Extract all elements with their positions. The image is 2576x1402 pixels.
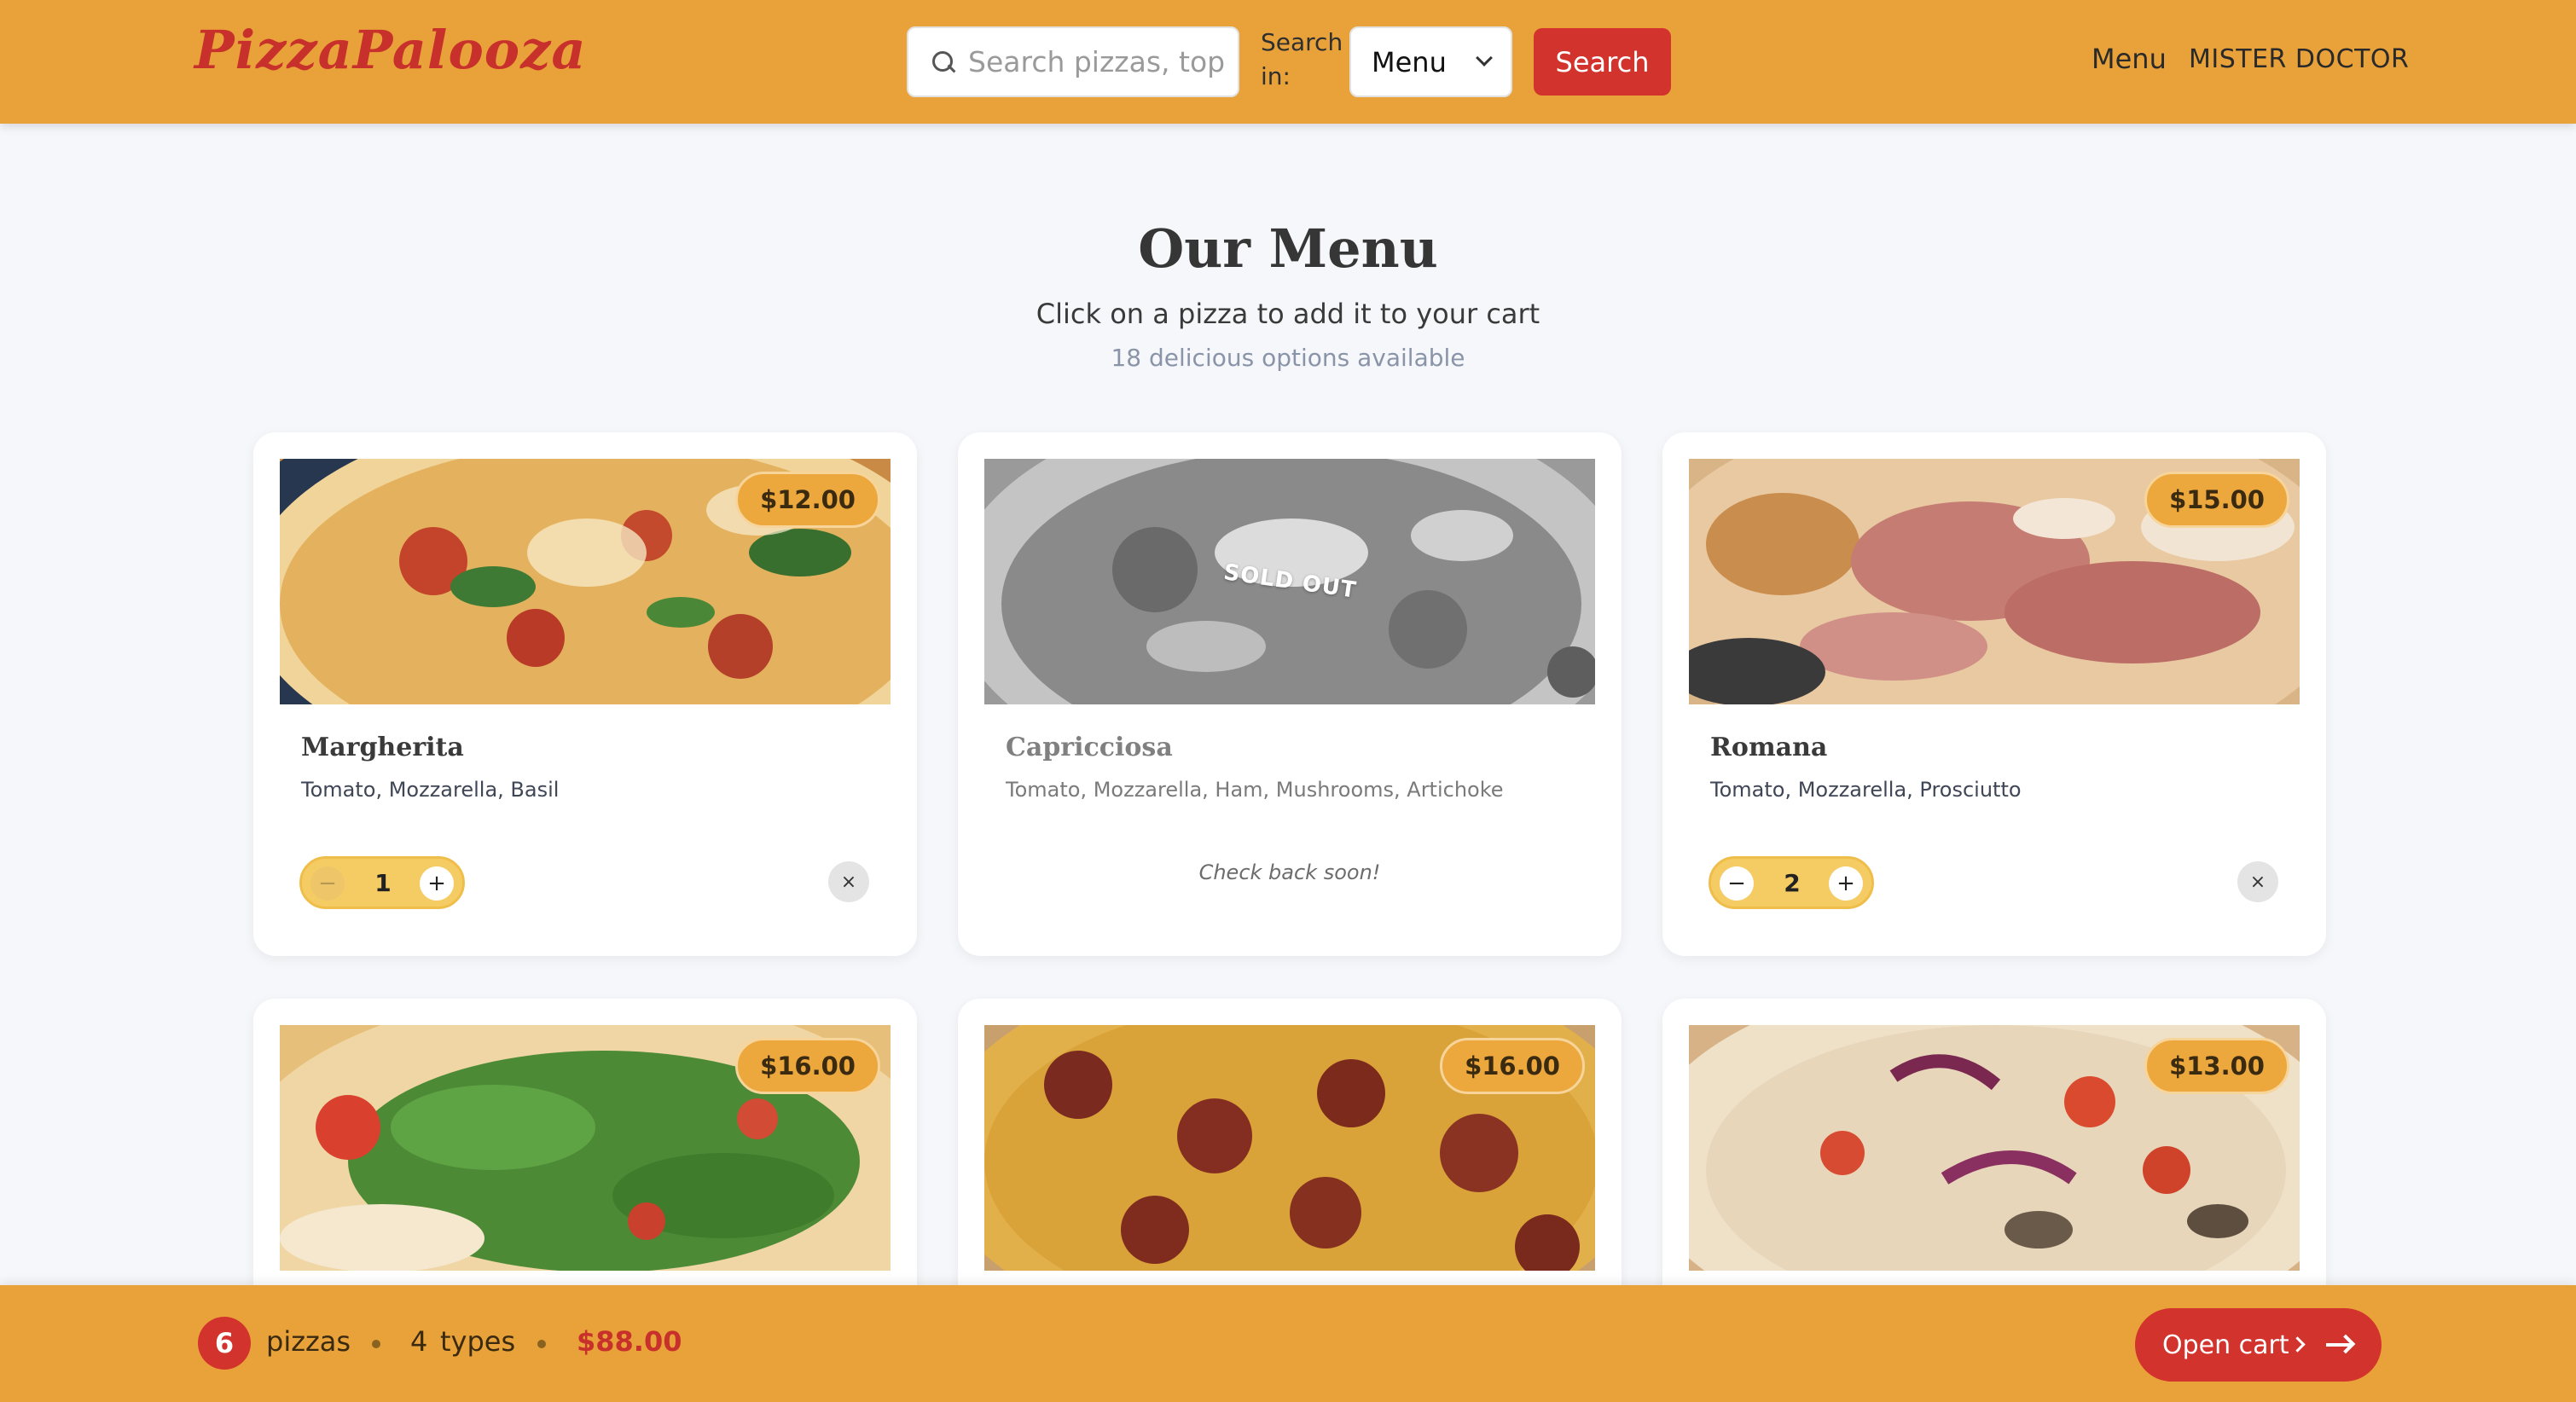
search-in-label: Search in: [1261,28,1343,90]
pizza-name: Romana [1710,733,1828,762]
page-title: Our Menu [1138,217,1438,280]
open-cart-label: Open cart [2162,1330,2289,1360]
quantity-value: 1 [374,869,392,897]
quantity-stepper: − 2 + [1709,856,1874,909]
pizzas-label: pizzas [266,1325,351,1358]
cart-bar: 6 pizzas 4 types $88.00 Open cart [0,1285,2576,1402]
remove-button[interactable]: × [828,861,869,902]
pizza-image[interactable]: $16.00 [984,1025,1595,1271]
price-badge: $15.00 [2144,472,2289,528]
arrow-right-icon [2326,1343,2352,1347]
decrease-button[interactable]: − [310,866,345,901]
separator-dot [537,1340,546,1348]
pizza-card-romana[interactable]: $15.00 Romana Tomato, Mozzarella, Prosci… [1662,432,2326,956]
pizza-ingredients: Tomato, Mozzarella, Ham, Mushrooms, Arti… [1006,778,1504,802]
nav-user-link[interactable]: MISTER DOCTOR [2189,44,2409,74]
options-count: 18 delicious options available [1111,344,1465,372]
page-subtitle: Click on a pizza to add it to your cart [1036,298,1540,330]
search-input[interactable] [968,45,1224,78]
price-badge: $12.00 [735,472,880,528]
chevron-down-icon [1476,49,1493,67]
pizza-card-capricciosa: SOLD OUT Capricciosa Tomato, Mozzarella,… [958,432,1622,956]
sold-out-label: SOLD OUT [1221,559,1358,604]
quantity-value: 2 [1784,869,1801,897]
price-badge: $13.00 [2144,1038,2289,1094]
pizza-ingredients: Tomato, Mozzarella, Basil [301,778,560,802]
search-scope-value: Menu [1372,45,1447,78]
search-box[interactable] [907,26,1239,97]
pizza-image[interactable]: $15.00 [1689,459,2300,704]
search-button[interactable]: Search [1534,28,1671,96]
pizza-card-margherita[interactable]: $12.00 Margherita Tomato, Mozzarella, Ba… [253,432,917,956]
open-cart-button[interactable]: Open cart [2135,1308,2382,1382]
pizza-ingredients: Tomato, Mozzarella, Prosciutto [1710,778,2022,802]
increase-button[interactable]: + [420,866,454,901]
quantity-stepper: − 1 + [299,856,465,909]
price-badge: $16.00 [1440,1038,1585,1094]
decrease-button[interactable]: − [1720,866,1754,901]
increase-button[interactable]: + [1829,866,1863,901]
types-label: types [440,1325,516,1358]
search-icon [908,26,968,97]
pizza-image[interactable]: $13.00 [1689,1025,2300,1271]
search-scope-select[interactable]: Menu [1349,26,1512,97]
pizza-image[interactable]: $12.00 [280,459,891,704]
pizza-name: Margherita [301,733,464,762]
pizza-image: SOLD OUT [984,459,1595,704]
types-count: 4 [410,1325,428,1358]
pizza-name: Capricciosa [1006,733,1173,762]
logo[interactable]: PizzaPalooza [194,19,587,81]
top-bar: PizzaPalooza Search in: Menu Search Menu… [0,0,2576,124]
remove-button[interactable]: × [2237,861,2278,902]
cart-total: $88.00 [577,1325,682,1358]
chevron-right-icon [2289,1336,2306,1353]
separator-dot [372,1340,380,1348]
unavailable-note: Check back soon! [1198,860,1381,884]
nav-menu-link[interactable]: Menu [2092,43,2167,75]
pizza-image[interactable]: $16.00 [280,1025,891,1271]
cart-count-badge: 6 [198,1317,251,1370]
price-badge: $16.00 [735,1038,880,1094]
